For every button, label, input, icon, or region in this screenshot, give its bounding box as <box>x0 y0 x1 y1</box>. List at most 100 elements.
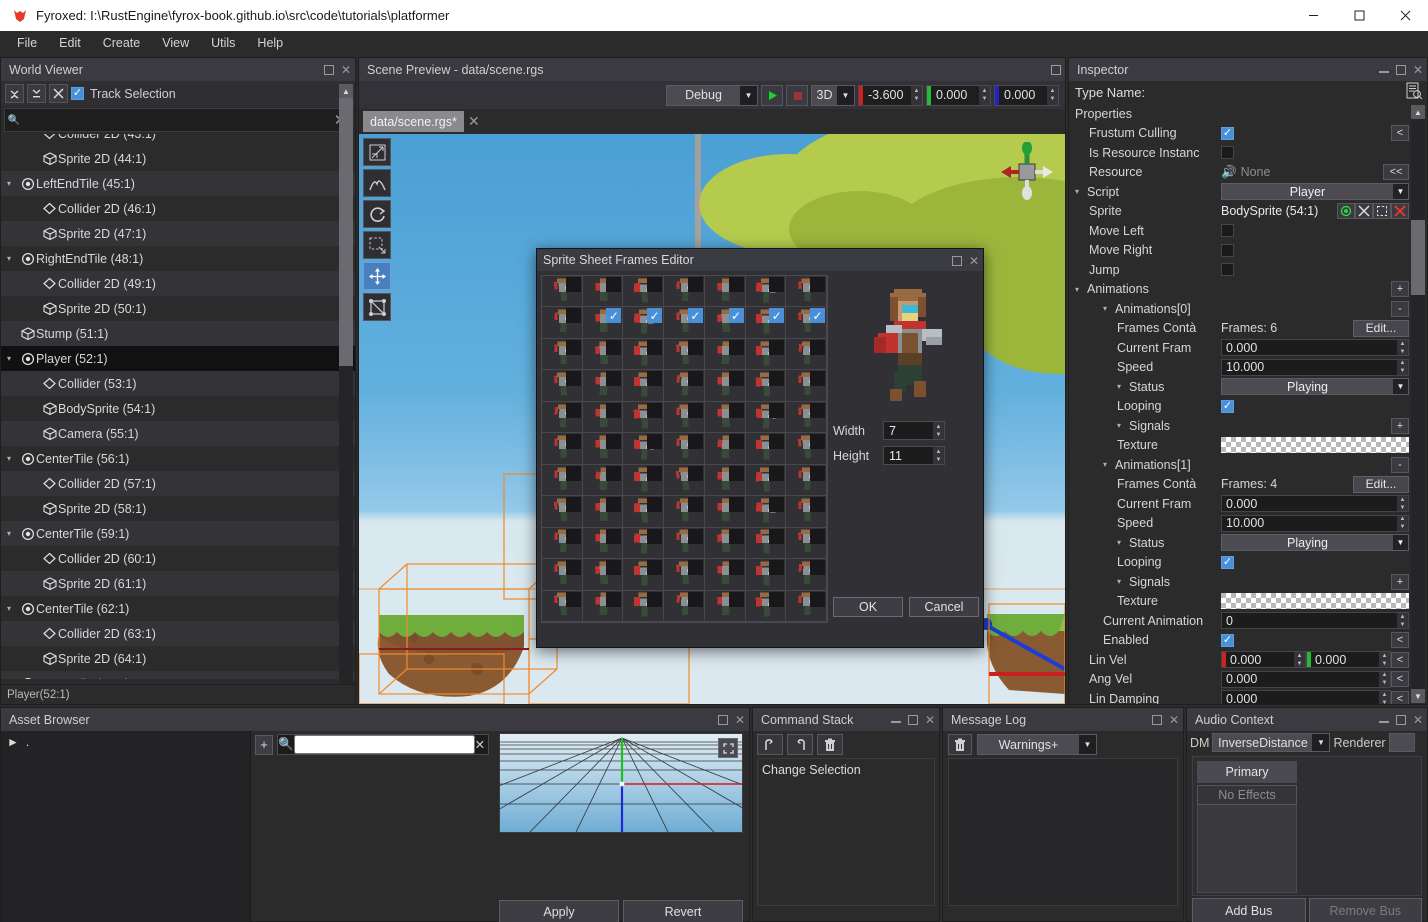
vector-x-field[interactable]: 0.000 ▲ ▼ <box>1221 651 1306 669</box>
minimize-icon[interactable] <box>1378 721 1389 723</box>
expander-icon[interactable]: ▾ <box>29 204 41 213</box>
view-mode-dropdown[interactable]: 3D ▼ <box>811 84 855 106</box>
asset-preview-viewport[interactable] <box>499 733 743 833</box>
maximize-icon[interactable] <box>1051 64 1061 75</box>
expander-icon[interactable]: ▾ <box>29 429 41 438</box>
frame-checkbox[interactable] <box>565 402 581 418</box>
expander-icon[interactable]: ▾ <box>1103 460 1115 469</box>
collection-button[interactable]: - <box>1391 300 1409 317</box>
revert-button[interactable]: < <box>1391 125 1409 142</box>
scene-node-item[interactable]: ▾ Camera (55:1) <box>1 421 355 446</box>
sprite-frame-cell[interactable] <box>664 496 705 528</box>
menu-view[interactable]: View <box>151 33 200 53</box>
sprite-frame-cell[interactable] <box>582 590 624 622</box>
search-input[interactable] <box>23 113 329 127</box>
audio-bus-graph[interactable]: Primary No Effects <box>1192 756 1422 896</box>
sprite-frame-cell[interactable] <box>664 433 705 465</box>
expander-icon[interactable]: ▾ <box>1075 285 1087 294</box>
expander-icon[interactable]: ▾ <box>1075 187 1087 196</box>
scene-node-item[interactable]: ▾ Collider 2D (43:1) <box>1 134 355 146</box>
frame-checkbox[interactable] <box>769 591 785 607</box>
frame-checkbox[interactable] <box>728 497 744 513</box>
close-icon[interactable]: ✕ <box>341 64 351 76</box>
frame-checkbox[interactable] <box>606 339 622 355</box>
property-checkbox[interactable]: ✓ <box>1221 555 1234 569</box>
scene-node-item[interactable]: ▾ Collider 2D (46:1) <box>1 196 355 221</box>
sprite-frame-cell[interactable] <box>704 276 746 308</box>
add-bus-button[interactable]: Add Bus <box>1192 898 1306 922</box>
sprite-frame-cell[interactable] <box>542 590 583 622</box>
sprite-frame-cell[interactable] <box>582 559 624 591</box>
select-node-icon[interactable] <box>1355 203 1373 220</box>
track-selection-checkbox[interactable]: ✓ <box>71 87 84 100</box>
collection-button[interactable]: - <box>1391 456 1409 473</box>
scrollbar-thumb[interactable] <box>1411 220 1425 295</box>
property-checkbox[interactable]: ✓ <box>1221 399 1234 413</box>
width-spinner[interactable]: ▲ ▼ <box>933 422 944 439</box>
maximize-button[interactable] <box>1336 0 1382 31</box>
sprite-frame-cell[interactable] <box>582 370 624 402</box>
sprite-frame-cell[interactable] <box>582 527 624 560</box>
scroll-up-icon[interactable]: ▲ <box>339 84 353 98</box>
sprite-sheet-grid[interactable]: ✓ ✓ ✓ ✓ ✓ ✓ <box>541 275 828 623</box>
frame-checkbox[interactable] <box>687 339 703 355</box>
maximize-icon[interactable] <box>951 255 962 266</box>
sprite-frame-cell[interactable] <box>664 338 705 371</box>
sprite-frame-cell[interactable]: ✓ <box>623 307 665 339</box>
sprite-frame-cell[interactable] <box>542 464 583 497</box>
expander-icon[interactable]: ▾ <box>29 404 41 413</box>
property-checkbox[interactable]: ✓ <box>1221 263 1234 277</box>
expander-icon[interactable]: ▾ <box>29 154 41 163</box>
frame-checkbox[interactable] <box>728 434 744 450</box>
frame-checkbox[interactable] <box>728 339 744 355</box>
sprite-frame-cell[interactable] <box>745 527 787 560</box>
resource-menu-button[interactable]: << <box>1383 164 1409 181</box>
move-tool-icon[interactable] <box>363 262 391 290</box>
scene-node-item[interactable]: ▾ Collider 2D (63:1) <box>1 621 355 646</box>
rotate-tool-icon[interactable] <box>363 200 391 228</box>
sprite-frame-cell[interactable] <box>704 401 746 434</box>
sprite-frame-cell[interactable] <box>542 401 583 434</box>
frame-checkbox[interactable] <box>810 371 825 387</box>
scene-node-item[interactable]: ▾CenterTile (65:1) <box>1 671 355 679</box>
scene-node-item[interactable]: ▾ Sprite 2D (50:1) <box>1 296 355 321</box>
expander-icon[interactable]: ▾ <box>29 654 41 663</box>
frame-checkbox[interactable] <box>687 497 703 513</box>
sprite-frame-cell[interactable] <box>745 370 787 402</box>
frame-checkbox[interactable] <box>687 371 703 387</box>
frame-checkbox[interactable] <box>647 497 663 513</box>
property-checkbox[interactable]: ✓ <box>1221 633 1234 647</box>
clear-node-icon[interactable] <box>1391 203 1409 220</box>
texture-thumbnail[interactable] <box>1221 437 1409 454</box>
frame-checkbox[interactable] <box>810 465 825 481</box>
spinner[interactable]: ▲ ▼ <box>1397 340 1408 356</box>
frame-checkbox[interactable] <box>606 591 622 607</box>
sprite-frame-cell[interactable] <box>664 559 705 591</box>
sprite-frame-cell[interactable] <box>623 527 665 560</box>
sprite-frame-cell[interactable] <box>786 401 827 434</box>
navmesh-tool-icon[interactable] <box>363 293 391 321</box>
close-button[interactable] <box>1382 0 1428 31</box>
sprite-frame-cell[interactable] <box>664 276 705 308</box>
property-checkbox[interactable]: ✓ <box>1221 224 1234 238</box>
sprite-frame-cell[interactable] <box>542 276 583 308</box>
frame-checkbox[interactable] <box>769 277 785 292</box>
frame-checkbox[interactable] <box>728 371 744 387</box>
scroll-down-icon[interactable]: ▼ <box>1411 689 1425 703</box>
spinner[interactable]: ▲ ▼ <box>1397 613 1408 629</box>
sprite-frame-cell[interactable]: ✓ <box>664 307 705 339</box>
sprite-frame-cell[interactable] <box>786 338 827 371</box>
height-spinner[interactable]: ▲ ▼ <box>933 447 944 464</box>
add-asset-button[interactable]: + <box>255 734 273 755</box>
frame-checkbox[interactable] <box>810 434 825 450</box>
sprite-frame-cell[interactable] <box>786 276 827 308</box>
scene-node-item[interactable]: ▾ Player (52:1) <box>1 346 355 371</box>
expander-icon[interactable]: ▾ <box>7 179 19 188</box>
x-spinner[interactable]: ▲ ▼ <box>911 85 922 105</box>
scene-tab[interactable]: data/scene.rgs* <box>363 111 464 132</box>
expander-icon[interactable]: ▾ <box>29 479 41 488</box>
frame-checkbox[interactable]: ✓ <box>606 308 622 324</box>
frame-checkbox[interactable] <box>728 402 744 418</box>
terrain-tool-icon[interactable] <box>363 169 391 197</box>
sprite-frame-cell[interactable] <box>582 496 624 528</box>
